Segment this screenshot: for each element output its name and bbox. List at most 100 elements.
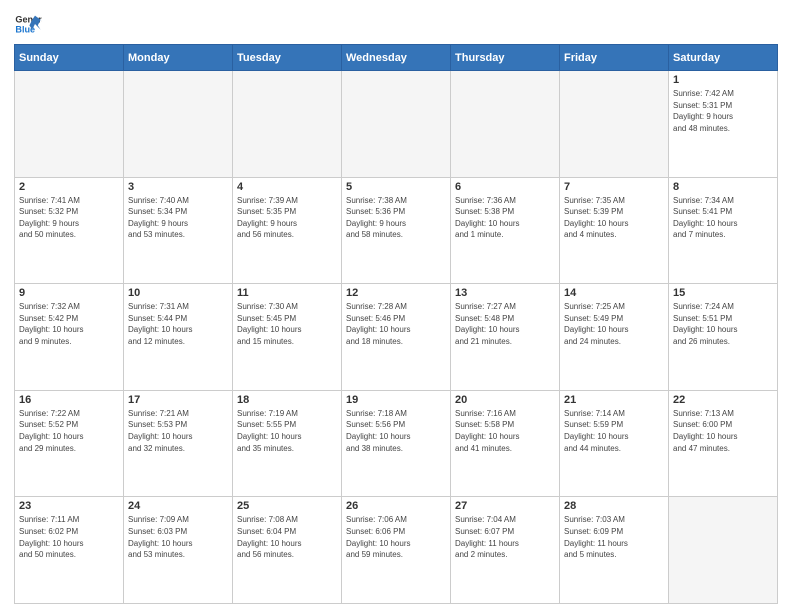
calendar-cell: 22 Sunrise: 7:13 AM Sunset: 6:00 PM Dayli… <box>669 390 778 497</box>
calendar-cell: 18 Sunrise: 7:19 AM Sunset: 5:55 PM Dayli… <box>233 390 342 497</box>
calendar-cell: 13 Sunrise: 7:27 AM Sunset: 5:48 PM Dayli… <box>451 284 560 391</box>
day-info: Sunrise: 7:04 AM Sunset: 6:07 PM Dayligh… <box>455 514 555 560</box>
day-info: Sunrise: 7:24 AM Sunset: 5:51 PM Dayligh… <box>673 301 773 347</box>
day-number: 27 <box>455 500 555 512</box>
day-info: Sunrise: 7:40 AM Sunset: 5:34 PM Dayligh… <box>128 195 228 241</box>
day-number: 1 <box>673 74 773 86</box>
day-number: 3 <box>128 181 228 193</box>
day-info: Sunrise: 7:27 AM Sunset: 5:48 PM Dayligh… <box>455 301 555 347</box>
day-number: 15 <box>673 287 773 299</box>
day-info: Sunrise: 7:28 AM Sunset: 5:46 PM Dayligh… <box>346 301 446 347</box>
weekday-header: Friday <box>560 45 669 71</box>
day-info: Sunrise: 7:36 AM Sunset: 5:38 PM Dayligh… <box>455 195 555 241</box>
day-info: Sunrise: 7:13 AM Sunset: 6:00 PM Dayligh… <box>673 408 773 454</box>
calendar-cell: 3 Sunrise: 7:40 AM Sunset: 5:34 PM Daylig… <box>124 177 233 284</box>
day-info: Sunrise: 7:03 AM Sunset: 6:09 PM Dayligh… <box>564 514 664 560</box>
day-number: 25 <box>237 500 337 512</box>
calendar-cell <box>124 71 233 178</box>
day-number: 14 <box>564 287 664 299</box>
calendar-cell: 1 Sunrise: 7:42 AM Sunset: 5:31 PM Daylig… <box>669 71 778 178</box>
day-number: 5 <box>346 181 446 193</box>
page: General Blue SundayMondayTuesdayWednesda… <box>0 0 792 612</box>
day-number: 7 <box>564 181 664 193</box>
calendar-cell: 20 Sunrise: 7:16 AM Sunset: 5:58 PM Dayli… <box>451 390 560 497</box>
calendar-cell: 21 Sunrise: 7:14 AM Sunset: 5:59 PM Dayli… <box>560 390 669 497</box>
calendar-cell: 26 Sunrise: 7:06 AM Sunset: 6:06 PM Dayli… <box>342 497 451 604</box>
calendar-cell: 28 Sunrise: 7:03 AM Sunset: 6:09 PM Dayli… <box>560 497 669 604</box>
logo-icon: General Blue <box>14 10 42 38</box>
calendar-cell: 9 Sunrise: 7:32 AM Sunset: 5:42 PM Daylig… <box>15 284 124 391</box>
calendar-cell <box>669 497 778 604</box>
day-info: Sunrise: 7:39 AM Sunset: 5:35 PM Dayligh… <box>237 195 337 241</box>
weekday-header: Saturday <box>669 45 778 71</box>
day-number: 18 <box>237 394 337 406</box>
day-info: Sunrise: 7:31 AM Sunset: 5:44 PM Dayligh… <box>128 301 228 347</box>
day-info: Sunrise: 7:06 AM Sunset: 6:06 PM Dayligh… <box>346 514 446 560</box>
day-info: Sunrise: 7:41 AM Sunset: 5:32 PM Dayligh… <box>19 195 119 241</box>
day-info: Sunrise: 7:42 AM Sunset: 5:31 PM Dayligh… <box>673 88 773 134</box>
day-number: 19 <box>346 394 446 406</box>
day-number: 21 <box>564 394 664 406</box>
day-number: 10 <box>128 287 228 299</box>
day-info: Sunrise: 7:22 AM Sunset: 5:52 PM Dayligh… <box>19 408 119 454</box>
day-info: Sunrise: 7:18 AM Sunset: 5:56 PM Dayligh… <box>346 408 446 454</box>
day-info: Sunrise: 7:14 AM Sunset: 5:59 PM Dayligh… <box>564 408 664 454</box>
weekday-header: Tuesday <box>233 45 342 71</box>
calendar-cell: 11 Sunrise: 7:30 AM Sunset: 5:45 PM Dayli… <box>233 284 342 391</box>
calendar-cell: 25 Sunrise: 7:08 AM Sunset: 6:04 PM Dayli… <box>233 497 342 604</box>
day-info: Sunrise: 7:21 AM Sunset: 5:53 PM Dayligh… <box>128 408 228 454</box>
day-number: 20 <box>455 394 555 406</box>
day-info: Sunrise: 7:08 AM Sunset: 6:04 PM Dayligh… <box>237 514 337 560</box>
calendar-cell: 23Sunrise: 7:11 AM Sunset: 6:02 PM Dayli… <box>15 497 124 604</box>
day-number: 8 <box>673 181 773 193</box>
day-info: Sunrise: 7:38 AM Sunset: 5:36 PM Dayligh… <box>346 195 446 241</box>
day-number: 24 <box>128 500 228 512</box>
day-info: Sunrise: 7:25 AM Sunset: 5:49 PM Dayligh… <box>564 301 664 347</box>
day-info: Sunrise: 7:30 AM Sunset: 5:45 PM Dayligh… <box>237 301 337 347</box>
calendar-cell <box>233 71 342 178</box>
day-info: Sunrise: 7:32 AM Sunset: 5:42 PM Dayligh… <box>19 301 119 347</box>
day-number: 22 <box>673 394 773 406</box>
day-number: 9 <box>19 287 119 299</box>
calendar-cell: 4 Sunrise: 7:39 AM Sunset: 5:35 PM Daylig… <box>233 177 342 284</box>
calendar-cell: 16 Sunrise: 7:22 AM Sunset: 5:52 PM Dayli… <box>15 390 124 497</box>
day-info: Sunrise: 7:09 AM Sunset: 6:03 PM Dayligh… <box>128 514 228 560</box>
calendar-cell: 19 Sunrise: 7:18 AM Sunset: 5:56 PM Dayli… <box>342 390 451 497</box>
day-number: 16 <box>19 394 119 406</box>
day-number: 17 <box>128 394 228 406</box>
weekday-header: Thursday <box>451 45 560 71</box>
calendar-cell <box>15 71 124 178</box>
weekday-header: Monday <box>124 45 233 71</box>
day-number: 26 <box>346 500 446 512</box>
calendar-cell: 6 Sunrise: 7:36 AM Sunset: 5:38 PM Daylig… <box>451 177 560 284</box>
calendar-cell: 17 Sunrise: 7:21 AM Sunset: 5:53 PM Dayli… <box>124 390 233 497</box>
calendar-cell <box>342 71 451 178</box>
day-number: 11 <box>237 287 337 299</box>
weekday-header: Sunday <box>15 45 124 71</box>
calendar-cell: 10 Sunrise: 7:31 AM Sunset: 5:44 PM Dayli… <box>124 284 233 391</box>
day-info: Sunrise: 7:16 AM Sunset: 5:58 PM Dayligh… <box>455 408 555 454</box>
calendar-cell <box>451 71 560 178</box>
calendar-cell <box>560 71 669 178</box>
calendar-cell: 15 Sunrise: 7:24 AM Sunset: 5:51 PM Dayli… <box>669 284 778 391</box>
logo: General Blue <box>14 10 42 38</box>
day-number: 6 <box>455 181 555 193</box>
calendar-cell: 24 Sunrise: 7:09 AM Sunset: 6:03 PM Dayli… <box>124 497 233 604</box>
day-number: 4 <box>237 181 337 193</box>
calendar-cell: 27 Sunrise: 7:04 AM Sunset: 6:07 PM Dayli… <box>451 497 560 604</box>
day-number: 2 <box>19 181 119 193</box>
day-info: Sunrise: 7:19 AM Sunset: 5:55 PM Dayligh… <box>237 408 337 454</box>
day-number: 12 <box>346 287 446 299</box>
day-info: Sunrise: 7:35 AM Sunset: 5:39 PM Dayligh… <box>564 195 664 241</box>
header: General Blue <box>14 10 778 38</box>
calendar-cell: 5 Sunrise: 7:38 AM Sunset: 5:36 PM Daylig… <box>342 177 451 284</box>
calendar-cell: 7 Sunrise: 7:35 AM Sunset: 5:39 PM Daylig… <box>560 177 669 284</box>
calendar-cell: 8 Sunrise: 7:34 AM Sunset: 5:41 PM Daylig… <box>669 177 778 284</box>
calendar-table: SundayMondayTuesdayWednesdayThursdayFrid… <box>14 44 778 604</box>
weekday-header: Wednesday <box>342 45 451 71</box>
day-number: 23 <box>19 500 119 512</box>
day-number: 13 <box>455 287 555 299</box>
day-info: Sunrise: 7:34 AM Sunset: 5:41 PM Dayligh… <box>673 195 773 241</box>
calendar-cell: 12 Sunrise: 7:28 AM Sunset: 5:46 PM Dayli… <box>342 284 451 391</box>
day-number: 28 <box>564 500 664 512</box>
